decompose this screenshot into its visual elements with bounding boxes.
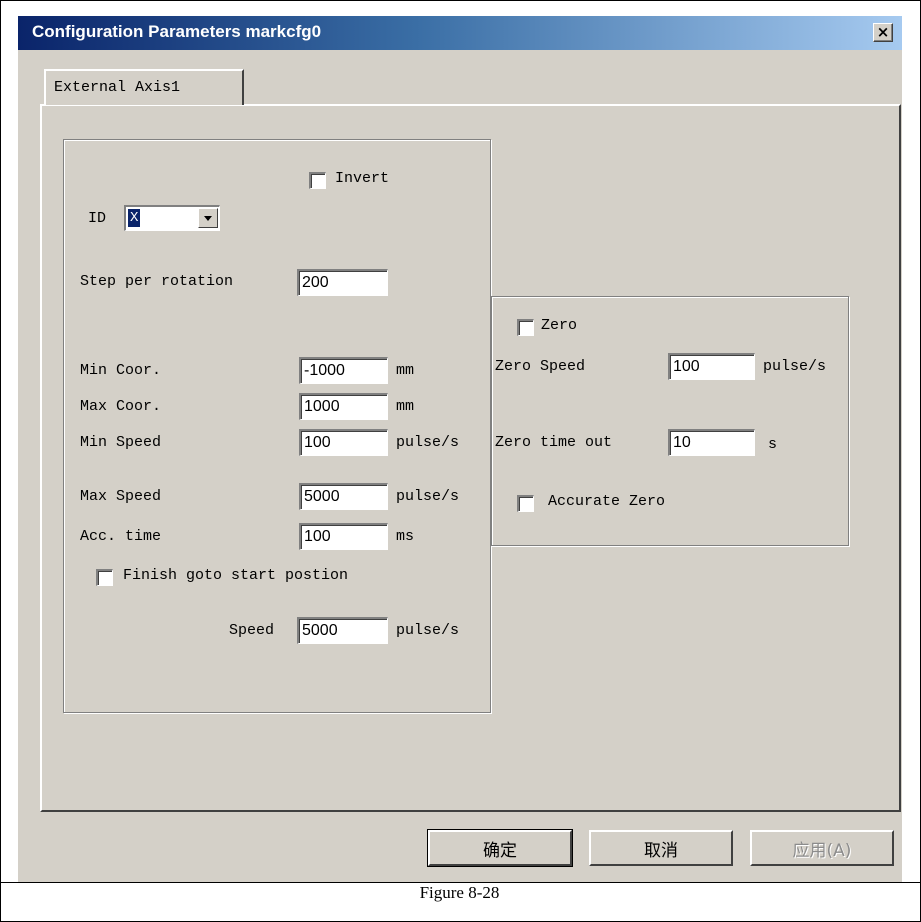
min-coor-unit: mm	[396, 362, 415, 379]
tab-external-axis1[interactable]: External Axis1	[44, 69, 244, 105]
close-icon[interactable]: ×	[873, 23, 893, 42]
accurate-zero-label: Accurate Zero	[548, 493, 666, 510]
cancel-button[interactable]: 取消	[589, 830, 733, 866]
max-coor-label: Max Coor.	[80, 398, 162, 415]
figure-caption: Figure 8-28	[419, 883, 500, 902]
invert-label: Invert	[335, 170, 390, 187]
step-label: Step per rotation	[80, 273, 234, 290]
zero-timeout-unit: s	[768, 436, 778, 453]
min-speed-input[interactable]: 100	[299, 429, 388, 456]
max-speed-label: Max Speed	[80, 488, 162, 505]
min-speed-label: Min Speed	[80, 434, 162, 451]
zero-timeout-label: Zero time out	[495, 434, 613, 451]
zero-timeout-input[interactable]: 10	[668, 429, 755, 456]
finish-goto-start-label: Finish goto start postion	[123, 567, 349, 584]
zero-speed-unit: pulse/s	[763, 358, 827, 375]
invert-checkbox[interactable]	[309, 172, 326, 189]
zero-label: Zero	[541, 317, 578, 334]
ok-button[interactable]: 确定	[427, 829, 573, 867]
acc-time-label: Acc. time	[80, 528, 162, 545]
max-speed-input[interactable]: 5000	[299, 483, 388, 510]
step-per-rotation-input[interactable]: 200	[297, 269, 388, 296]
speed-unit: pulse/s	[396, 622, 460, 639]
tab-label: External Axis1	[54, 79, 181, 96]
zero-speed-input[interactable]: 100	[668, 353, 755, 380]
speed-label: Speed	[229, 622, 275, 639]
acc-time-unit: ms	[396, 528, 415, 545]
apply-button[interactable]: 应用(A)	[750, 830, 894, 866]
zero-speed-label: Zero Speed	[495, 358, 586, 375]
min-coor-label: Min Coor.	[80, 362, 162, 379]
chevron-down-icon[interactable]	[198, 208, 218, 228]
id-label: ID	[88, 210, 107, 227]
speed-input[interactable]: 5000	[297, 617, 388, 644]
finish-goto-start-checkbox[interactable]	[96, 569, 113, 586]
accurate-zero-checkbox[interactable]	[517, 495, 534, 512]
max-coor-unit: mm	[396, 398, 415, 415]
acc-time-input[interactable]: 100	[299, 523, 388, 550]
config-dialog: Configuration Parameters markcfg0 × Exte…	[18, 16, 902, 882]
id-selected-value: X	[128, 209, 141, 227]
min-speed-unit: pulse/s	[396, 434, 460, 451]
max-speed-unit: pulse/s	[396, 488, 460, 505]
max-coor-input[interactable]: 1000	[299, 393, 388, 420]
window-title: Configuration Parameters markcfg0	[32, 22, 322, 41]
zero-checkbox[interactable]	[517, 319, 534, 336]
min-coor-input[interactable]: -1000	[299, 357, 388, 384]
title-bar[interactable]: Configuration Parameters markcfg0 ×	[18, 16, 902, 50]
id-select[interactable]: X	[124, 205, 220, 231]
